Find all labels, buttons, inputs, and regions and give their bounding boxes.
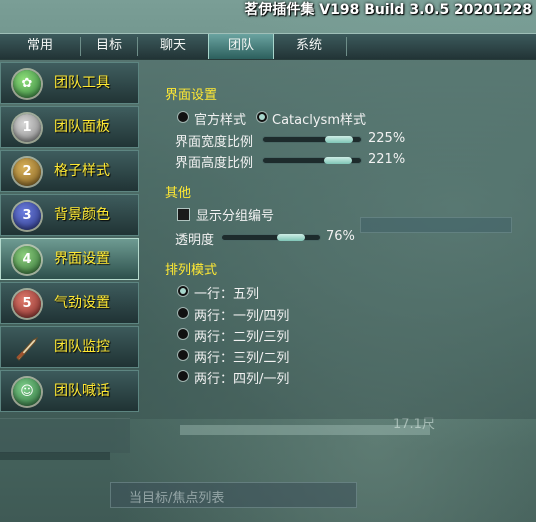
number-2-badge-icon: 2 (13, 158, 41, 186)
layout-option-label: 两行：三列/二列 (194, 351, 290, 366)
opacity-value: 76% (326, 229, 355, 244)
sidebar-item-label: 气劲设置 (54, 295, 110, 311)
sidebar-item-ui-settings[interactable]: 4 界面设置 (0, 238, 139, 280)
sidebar-item-label: 团队喊话 (54, 383, 110, 399)
tab-bar: 常用 目标 聊天 团队 系统 (0, 33, 536, 60)
tab-divider (346, 37, 347, 56)
number-1-badge-icon: 1 (13, 114, 41, 142)
ui-settings-heading: 界面设置 (165, 88, 218, 103)
show-group-number-checkbox[interactable] (177, 208, 190, 221)
layout-option-radio[interactable] (177, 370, 189, 382)
layout-option-radio[interactable] (177, 328, 189, 340)
layout-option-label: 两行：一列/四列 (194, 309, 290, 324)
window-title: 茗伊插件集 V198 Build 3.0.5 20201228 (244, 2, 532, 18)
sidebar-item-label: 团队面板 (54, 119, 110, 135)
sidebar-item-team-panel[interactable]: 1 团队面板 (0, 106, 139, 148)
number-5-badge-icon: 5 (13, 290, 41, 318)
sidebar-item-team-tools[interactable]: ✿ 团队工具 (0, 62, 139, 104)
other-heading: 其他 (165, 186, 192, 201)
style-official-label: 官方样式 (194, 113, 247, 128)
sidebar-item-grid-style[interactable]: 2 格子样式 (0, 150, 139, 192)
height-scale-knob[interactable] (324, 157, 352, 164)
width-scale-knob[interactable] (325, 136, 353, 143)
number-4-badge-icon: 4 (13, 246, 41, 274)
sidebar-item-label: 团队监控 (54, 339, 110, 355)
style-official-radio[interactable] (177, 111, 189, 123)
style-cataclysm-radio[interactable] (256, 111, 268, 123)
sidebar-item-label: 背景颜色 (54, 207, 110, 223)
style-cataclysm-label: Cataclysm样式 (272, 113, 366, 128)
tab-system[interactable]: 系统 (272, 34, 346, 59)
width-scale-label: 界面宽度比例 (175, 135, 254, 150)
layout-mode-heading: 排列模式 (165, 263, 218, 278)
opacity-slider[interactable] (221, 234, 321, 241)
sidebar-item-background-color[interactable]: 3 背景颜色 (0, 194, 139, 236)
team-tools-icon: ✿ (13, 70, 41, 98)
sidebar-item-team-monitor[interactable]: 团队监控 (0, 326, 139, 368)
sidebar-item-label: 界面设置 (54, 251, 110, 267)
target-list-label: 当目标/焦点列表 (129, 491, 225, 506)
tab-team[interactable]: 团队 (208, 34, 274, 59)
background-panel (0, 418, 130, 453)
layout-option-label: 两行：二列/三列 (194, 330, 290, 345)
layout-option-radio[interactable] (177, 307, 189, 319)
sword-icon (13, 334, 41, 362)
sidebar-item-team-shout[interactable]: ☺ 团队喊话 (0, 370, 139, 412)
height-scale-label: 界面高度比例 (175, 156, 254, 171)
layout-option-radio[interactable] (177, 349, 189, 361)
sidebar-item-label: 团队工具 (54, 75, 110, 91)
sidebar-item-label: 格子样式 (54, 163, 110, 179)
width-scale-value: 225% (368, 131, 406, 146)
height-scale-slider[interactable] (262, 157, 362, 164)
tab-target[interactable]: 目标 (81, 34, 137, 59)
background-strip (0, 452, 110, 460)
layout-option-label: 一行：五列 (194, 287, 260, 302)
number-3-badge-icon: 3 (13, 202, 41, 230)
layout-option-label: 两行：四列/一列 (194, 372, 290, 387)
tab-common[interactable]: 常用 (0, 34, 80, 59)
width-scale-slider[interactable] (262, 136, 362, 143)
height-scale-value: 221% (368, 152, 406, 167)
shout-icon: ☺ (13, 378, 41, 406)
opacity-knob[interactable] (277, 234, 305, 241)
tab-chat[interactable]: 聊天 (138, 34, 208, 59)
layout-option-radio[interactable] (177, 285, 189, 297)
sidebar-item-buff-settings[interactable]: 5 气劲设置 (0, 282, 139, 324)
opacity-label: 透明度 (175, 233, 215, 248)
show-group-number-label: 显示分组编号 (196, 209, 275, 224)
target-list-bar[interactable]: 当目标/焦点列表 (110, 482, 357, 508)
